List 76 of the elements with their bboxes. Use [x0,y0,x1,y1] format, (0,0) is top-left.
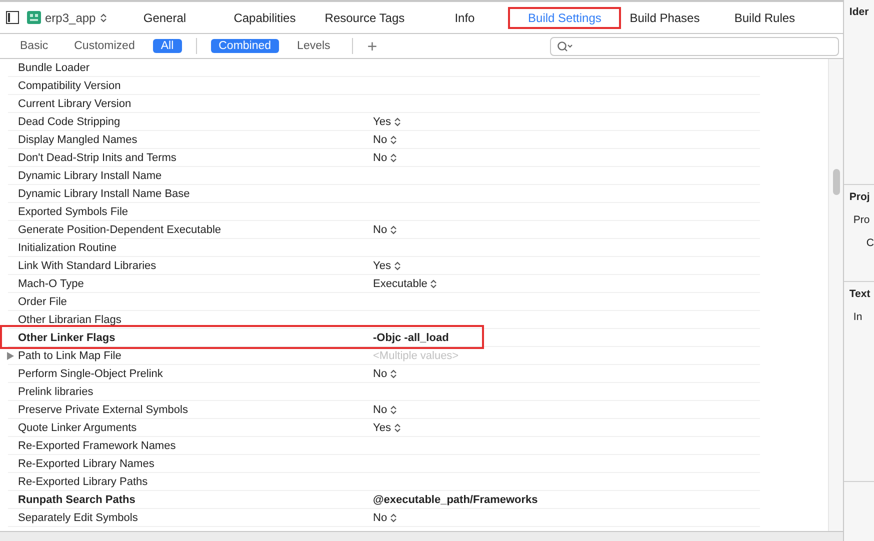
disclosure-triangle-icon[interactable] [7,352,14,360]
stepper-icon[interactable] [390,512,398,522]
scrollbar-thumb[interactable] [832,169,840,195]
inspector-section-title: Proj [849,191,871,203]
setting-name: Mach-O Type [18,278,85,290]
setting-value[interactable]: No [373,224,398,236]
setting-value[interactable]: -Objc -all_load [373,332,449,344]
setting-name: Re-Exported Library Names [18,458,156,470]
setting-name: Generate Position-Dependent Executable [18,224,222,236]
setting-name: Prelink libraries [18,386,94,398]
scrollbar-track[interactable] [828,59,844,531]
view-button[interactable]: Combined [210,39,280,53]
setting-name: Order File [18,296,68,308]
setting-name: Dynamic Library Install Name [18,170,163,182]
stepper-icon[interactable] [430,278,438,288]
inspector-label: Pro [852,214,871,226]
search-icon [557,40,574,52]
setting-name: Preserve Private External Symbols [18,404,189,416]
stepper-icon[interactable] [390,404,398,414]
stepper-icon[interactable] [390,134,398,144]
stepper-icon[interactable] [394,422,401,432]
tab[interactable]: Build Rules [730,6,800,28]
setting-value[interactable]: No [373,134,398,146]
tab[interactable]: Info [450,6,479,28]
setting-name: Exported Symbols File [18,206,130,218]
setting-value[interactable]: No [373,404,398,416]
setting-name: Dynamic Library Install Name Base [18,188,191,200]
setting-value[interactable]: Yes [373,116,401,128]
setting-name: Display Mangled Names [18,134,138,146]
setting-value[interactable]: No [373,368,398,380]
setting-name: Perform Single-Object Prelink [18,368,164,380]
tab[interactable]: General [139,6,190,28]
setting-name: Compatibility Version [18,80,122,92]
search-field[interactable] [550,36,840,56]
setting-name: Other Librarian Flags [18,314,122,326]
add-button[interactable]: + [367,38,378,54]
sidebar-toggle-icon[interactable] [6,11,19,24]
setting-name: Link With Standard Libraries [18,260,158,272]
setting-name: Initialization Routine [18,242,118,254]
stepper-icon[interactable] [394,116,401,126]
setting-name: Re-Exported Library Paths [18,476,149,488]
setting-value[interactable]: Yes [373,422,401,434]
view-button[interactable]: Levels [289,39,338,53]
setting-name: Runpath Search Paths [18,494,136,506]
filter-button[interactable]: Customized [66,39,143,53]
tab[interactable]: Capabilities [230,6,300,28]
tab[interactable]: Resource Tags [320,6,409,28]
filter-button[interactable]: All [152,39,182,53]
inspector-section-title: Text [849,288,872,300]
stepper-icon[interactable] [390,368,398,378]
setting-name: Bundle Loader [18,62,91,74]
setting-name: Current Library Version [18,98,132,110]
project-selector[interactable]: erp3_app [45,10,96,24]
stepper-icon[interactable] [390,224,398,234]
inspector-label: In [852,311,864,323]
setting-value[interactable]: @executable_path/Frameworks [373,494,538,506]
inspector-section-title: Ider [849,6,870,18]
tab[interactable]: Build Phases [626,6,704,28]
setting-name: Quote Linker Arguments [18,422,138,434]
stepper-icon[interactable] [100,12,107,22]
stepper-icon[interactable] [394,260,401,270]
inspector-label: C [865,237,874,249]
setting-value[interactable]: Executable [373,278,438,290]
setting-name: Re-Exported Framework Names [18,440,177,452]
setting-name: Dead Code Stripping [18,116,122,128]
app-icon [27,11,41,24]
setting-name: Don't Dead-Strip Inits and Terms [18,152,178,164]
setting-name: Separately Edit Symbols [18,512,139,524]
setting-name: Other Linker Flags [18,332,116,344]
setting-value[interactable]: No [373,512,398,524]
setting-name: Path to Link Map File [18,350,122,362]
filter-button[interactable]: Basic [12,39,56,53]
setting-value[interactable]: No [373,152,398,164]
tab[interactable]: Build Settings [508,6,622,28]
stepper-icon[interactable] [390,152,398,162]
setting-value[interactable]: Yes [373,260,401,272]
